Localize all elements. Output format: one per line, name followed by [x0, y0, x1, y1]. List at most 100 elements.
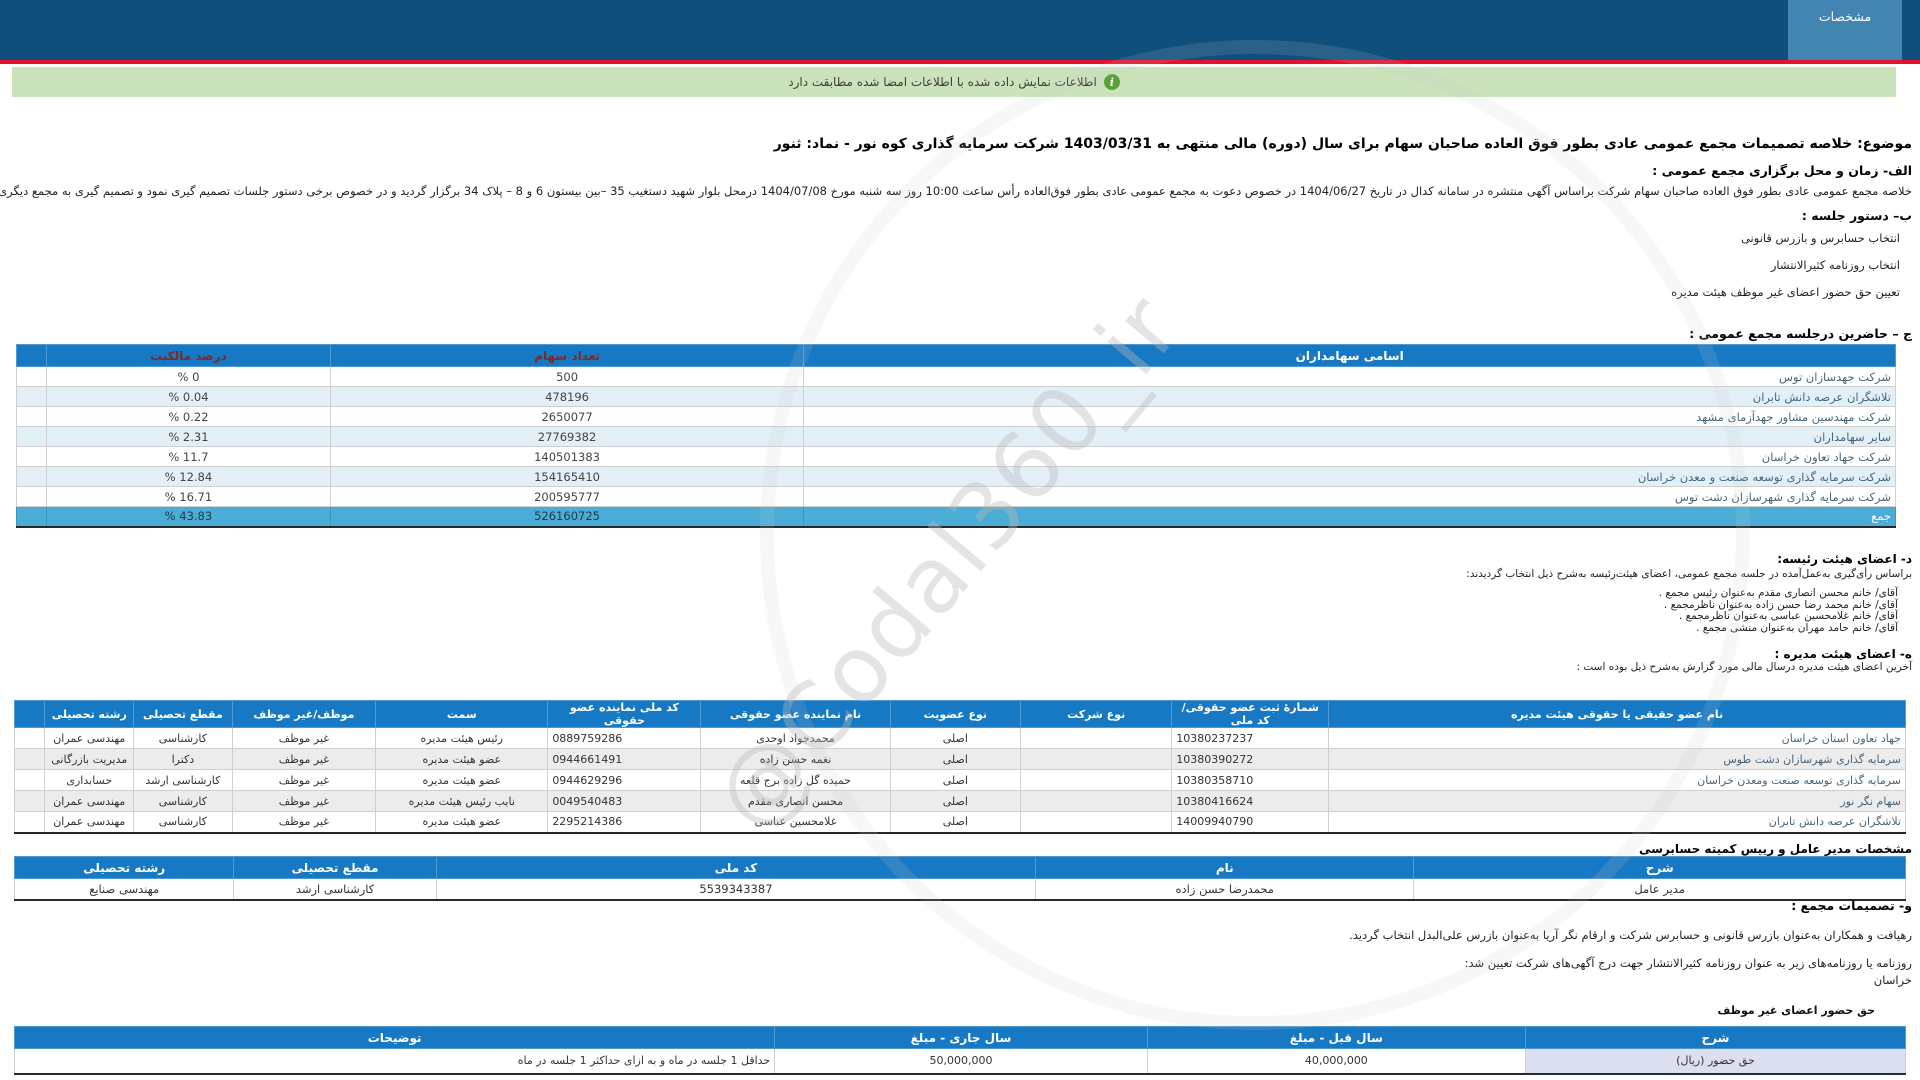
- table-header-row: اسامی سهامداران تعداد سهام درصد مالکیت: [17, 345, 1896, 367]
- shareholder-name: شرکت جهاد تعاون خراسان: [804, 447, 1896, 467]
- company-type: [1021, 770, 1172, 791]
- codal-report-page: { "page": { "tab_label": "مشخصات" }, "no…: [0, 0, 1920, 1080]
- field: مهندسی عمران: [45, 728, 134, 749]
- ceo-degree: کارشناسی ارشد: [234, 879, 436, 900]
- table-header-row: شرح سال قبل - مبلغ سال جاری - مبلغ توضیح…: [15, 1027, 1906, 1049]
- table-row: جهاد تعاون استان خراسان 10380237237 اصلی…: [15, 728, 1906, 749]
- ownership-pct: % 0.04: [47, 387, 331, 407]
- chair-member: آقای/ خانم محسن انصاری مقدم به‌عنوان رئی…: [1659, 588, 1898, 600]
- shareholder-name: شرکت جهدسازان توس: [804, 367, 1896, 387]
- representative-id: 0049540483: [548, 791, 701, 812]
- col-company-type: نوع شرکت: [1021, 701, 1172, 728]
- col-ownership-pct: درصد مالکیت: [47, 345, 331, 367]
- board-members-table: نام عضو حقیقی یا حقوقی هیئت مدیره شمارۀ …: [14, 700, 1906, 834]
- membership-type: اصلی: [890, 791, 1020, 812]
- field: مهندسی عمران: [45, 791, 134, 812]
- fee-note: حداقل 1 جلسه در ماه و به ازای حداکثر 1 ج…: [15, 1049, 775, 1074]
- shareholder-name: شرکت مهندسین مشاور جهدآزمای مشهد: [804, 407, 1896, 427]
- report-subject: موضوع: خلاصه تصمیمات مجمع عمومی عادی بطو…: [774, 136, 1912, 152]
- ceo-field: مهندسی صنایع: [15, 879, 234, 900]
- position: عضو هیئت مدیره: [376, 770, 548, 791]
- col-blank: [17, 345, 47, 367]
- col-shareholder-names: اسامی سهامداران: [804, 345, 1896, 367]
- blank-cell: [15, 770, 45, 791]
- fee-desc: حق حضور (ریال): [1525, 1049, 1905, 1074]
- representative: حمیده گل زاده برج قلعه: [701, 770, 890, 791]
- membership-type: اصلی: [890, 749, 1020, 770]
- representative-id: 0889759286: [548, 728, 701, 749]
- col-national-id: کد ملی: [436, 857, 1035, 879]
- section-a-title: الف- زمان و محل برگزاری مجمع عمومی :: [1652, 163, 1912, 178]
- section-board-title: ه- اعضای هیئت مدیره :: [1775, 647, 1912, 661]
- notice-text: اطلاعات نمایش داده شده با اطلاعات امضا ش…: [788, 75, 1097, 89]
- col-field: رشته تحصیلی: [45, 701, 134, 728]
- blank-cell: [17, 387, 47, 407]
- col-name: نام: [1036, 857, 1414, 879]
- field: مهندسی عمران: [45, 812, 134, 833]
- col-representative: نام نماینده عضو حقوقی: [701, 701, 890, 728]
- duty: غیر موظف: [232, 791, 376, 812]
- share-count: 154165410: [330, 467, 804, 487]
- representative-id: 0944629296: [548, 770, 701, 791]
- shareholder-name: شرکت سرمایه گذاری شهرسازان دشت توس: [804, 487, 1896, 507]
- representative: محمدجواد اوحدی: [701, 728, 890, 749]
- shareholder-name: تلاشگران عرصه دانش تابران: [804, 387, 1896, 407]
- tab-specifications[interactable]: مشخصات: [1788, 0, 1902, 60]
- degree: کارشناسی ارشد: [134, 770, 232, 791]
- section-b-title: ب– دستور جلسه :: [1802, 208, 1912, 223]
- degree: کارشناسی: [134, 728, 232, 749]
- col-degree: مقطع تحصیلی: [234, 857, 436, 879]
- representative-id: 2295214386: [548, 812, 701, 833]
- reg-number: 10380390272: [1172, 749, 1329, 770]
- company-type: [1021, 791, 1172, 812]
- blank-cell: [17, 467, 47, 487]
- col-reg-number: شمارۀ ثبت عضو حقوقی/کد ملی: [1172, 701, 1329, 728]
- table-header-row: شرح نام کد ملی مقطع تحصیلی رشته تحصیلی: [15, 857, 1906, 879]
- representative: محسن انصاری مقدم: [701, 791, 890, 812]
- table-row: تلاشگران عرصه دانش تابران 478196 % 0.04: [17, 387, 1896, 407]
- duty: غیر موظف: [232, 812, 376, 833]
- ownership-pct: % 16.71: [47, 487, 331, 507]
- table-row: سرمایه گذاری شهرسازان دشت طوس 1038039027…: [15, 749, 1906, 770]
- col-duty: موظف/غیر موظف: [232, 701, 376, 728]
- chair-members-list: آقای/ خانم محسن انصاری مقدم به‌عنوان رئی…: [1659, 588, 1898, 634]
- blank-cell: [17, 507, 47, 527]
- fee-current-amount: 50,000,000: [775, 1049, 1148, 1074]
- position: عضو هیئت مدیره: [376, 749, 548, 770]
- reg-number: 10380416624: [1172, 791, 1329, 812]
- blank-cell: [15, 812, 45, 833]
- member-name: تلاشگران عرصه دانش تابران: [1329, 812, 1906, 833]
- red-divider: [0, 60, 1920, 64]
- field: مدیریت بازرگانی: [45, 749, 134, 770]
- ceo-national-id: 5539343387: [436, 879, 1035, 900]
- chair-member: آقای/ خانم حامد مهران به‌عنوان منشی مجمع…: [1659, 623, 1898, 635]
- share-count: 500: [330, 367, 804, 387]
- shareholder-name: شرکت سرمایه گذاری توسعه صنعت و معدن خراس…: [804, 467, 1896, 487]
- col-current-year-amount: سال جاری - مبلغ: [775, 1027, 1148, 1049]
- fee-prev-amount: 40,000,000: [1147, 1049, 1525, 1074]
- table-row: حق حضور (ریال) 40,000,000 50,000,000 حدا…: [15, 1049, 1906, 1074]
- table-row: سایر سهامداران 27769382 % 2.31: [17, 427, 1896, 447]
- section-ceo-title: مشخصات مدیر عامل و رییس کمیته حسابرسی: [1639, 842, 1912, 856]
- table-row: شرکت سرمایه گذاری شهرسازان دشت توس 20059…: [17, 487, 1896, 507]
- field: حسابداری: [45, 770, 134, 791]
- blank-cell: [15, 791, 45, 812]
- agenda-item: انتخاب روزنامه کثیرالانتشار: [1771, 258, 1900, 272]
- reg-number: 10380237237: [1172, 728, 1329, 749]
- col-prev-year-amount: سال قبل - مبلغ: [1147, 1027, 1525, 1049]
- member-name: سرمایه گذاری توسعه صنعت ومعدن خراسان: [1329, 770, 1906, 791]
- col-desc: شرح: [1414, 857, 1906, 879]
- fee-section-label: حق حضور اعضای غیر موظف: [1717, 1004, 1875, 1017]
- table-row: تلاشگران عرصه دانش تابران 14009940790 اص…: [15, 812, 1906, 833]
- blank-cell: [17, 407, 47, 427]
- ceo-name: محمدرضا حسن زاده: [1036, 879, 1414, 900]
- table-row: شرکت سرمایه گذاری توسعه صنعت و معدن خراس…: [17, 467, 1896, 487]
- degree: کارشناسی: [134, 791, 232, 812]
- col-desc: شرح: [1525, 1027, 1905, 1049]
- ceo-role: مدیر عامل: [1414, 879, 1906, 900]
- ownership-pct: % 0: [47, 367, 331, 387]
- total-pct: % 43.83: [47, 507, 331, 527]
- member-name: سرمایه گذاری شهرسازان دشت طوس: [1329, 749, 1906, 770]
- section-board-desc: آخرین اعضای هیئت مدیره درسال مالی مورد گ…: [1576, 661, 1912, 673]
- shareholders-table: اسامی سهامداران تعداد سهام درصد مالکیت ش…: [16, 344, 1896, 528]
